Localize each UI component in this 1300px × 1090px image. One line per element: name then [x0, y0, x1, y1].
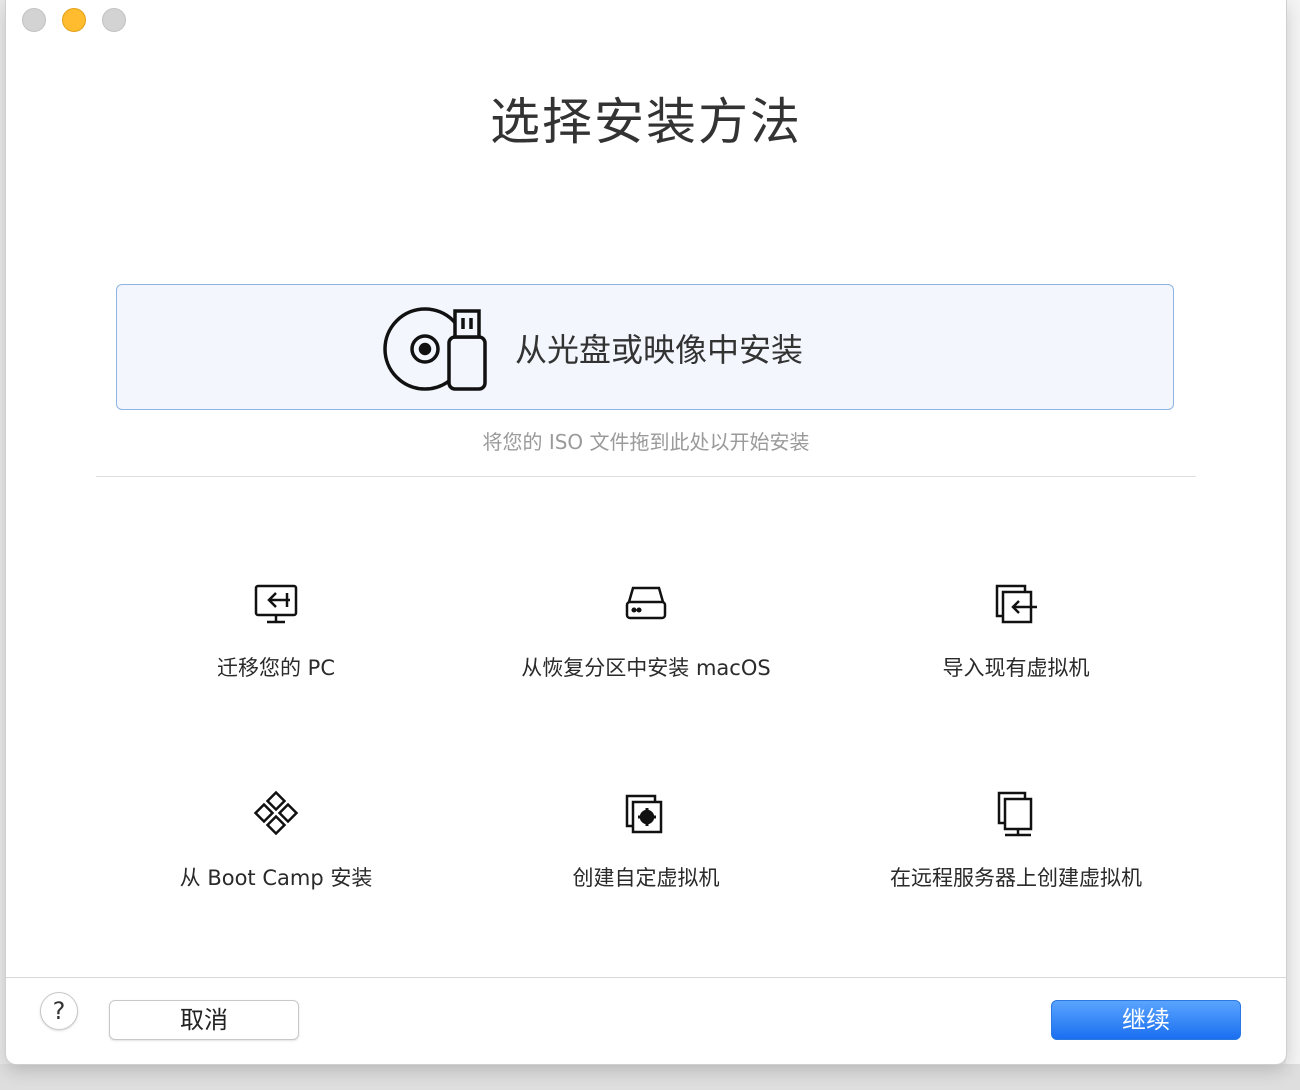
option-label: 从 Boot Camp 安装: [179, 866, 373, 890]
background-window-edge: [1286, 0, 1300, 1090]
installer-window: 选择安装方法 从光盘或映像中安装 将您的 ISO 文件拖到此处以开始安装 迁移您…: [6, 0, 1286, 1064]
drop-hint: 将您的 ISO 文件拖到此处以开始安装: [482, 430, 810, 454]
option-label: 从恢复分区中安装 macOS: [521, 656, 771, 680]
remote-server-icon: [997, 791, 1033, 837]
window-controls: [22, 8, 126, 32]
option-label: 迁移您的 PC: [216, 656, 335, 680]
help-button[interactable]: ?: [40, 992, 78, 1030]
install-from-disc-drop-zone[interactable]: 从光盘或映像中安装: [116, 284, 1174, 410]
option-install-from-recovery[interactable]: 从恢复分区中安装 macOS: [461, 580, 831, 730]
hard-drive-icon: [625, 586, 667, 620]
option-import-vm[interactable]: 导入现有虚拟机: [831, 580, 1201, 730]
continue-button[interactable]: 继续: [1051, 1000, 1241, 1040]
page-title: 选择安装方法: [490, 93, 802, 151]
drop-zone-label: 从光盘或映像中安装: [515, 331, 804, 369]
cancel-button[interactable]: 取消: [109, 1000, 299, 1040]
import-vm-icon: [995, 584, 1037, 624]
bootcamp-icon: [253, 790, 299, 836]
disc-usb-icon: [383, 307, 487, 391]
custom-vm-icon: [625, 794, 663, 834]
option-boot-camp[interactable]: 从 Boot Camp 安装: [91, 790, 461, 940]
zoom-button[interactable]: [102, 8, 126, 32]
option-migrate-pc[interactable]: 迁移您的 PC: [91, 580, 461, 730]
option-label: 创建自定虚拟机: [572, 866, 720, 890]
background-desktop: [0, 1064, 1300, 1090]
option-remote-server-vm[interactable]: 在远程服务器上创建虚拟机: [831, 790, 1201, 940]
option-custom-vm[interactable]: 创建自定虚拟机: [461, 790, 831, 940]
migrate-pc-icon: [254, 584, 298, 624]
option-label: 导入现有虚拟机: [942, 656, 1090, 680]
section-divider: [96, 476, 1196, 477]
close-button[interactable]: [22, 8, 46, 32]
footer-divider: [6, 977, 1286, 978]
minimize-button[interactable]: [62, 8, 86, 32]
option-label: 在远程服务器上创建虚拟机: [890, 866, 1142, 890]
